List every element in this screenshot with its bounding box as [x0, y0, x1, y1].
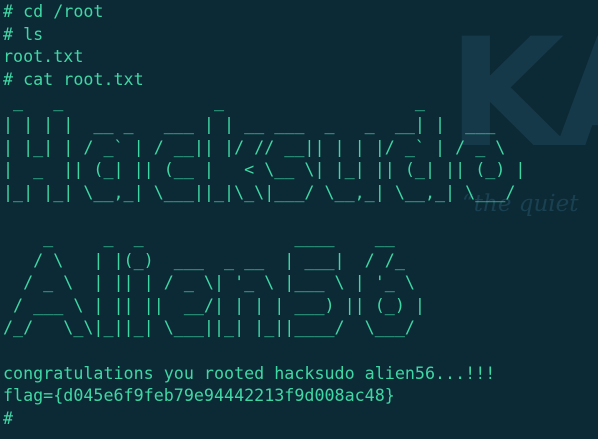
- command-line-cat: # cat root.txt: [3, 68, 144, 89]
- flag-line: flag={d045e6f9feb79e94442213f9d008ac48}: [3, 385, 395, 406]
- terminal-window[interactable]: # cd /root # ls root.txt # cat root.txt …: [3, 0, 598, 439]
- ascii-banner-alien56: _ _ _ ____ __ / \ | |(_) ___ _ __ | ___|…: [3, 226, 425, 338]
- command-line-cd: # cd /root: [3, 1, 104, 21]
- shell-prompt[interactable]: #: [3, 407, 598, 430]
- congratulations-message: congratulations you rooted hacksudo alie…: [3, 362, 496, 383]
- output-line-filename: root.txt: [3, 46, 84, 67]
- command-line-ls: # ls: [3, 23, 44, 44]
- ascii-banner-hacksudo: _ _ _ _ | | | | __ _ ___ | | __ ___ _ _ …: [3, 91, 526, 202]
